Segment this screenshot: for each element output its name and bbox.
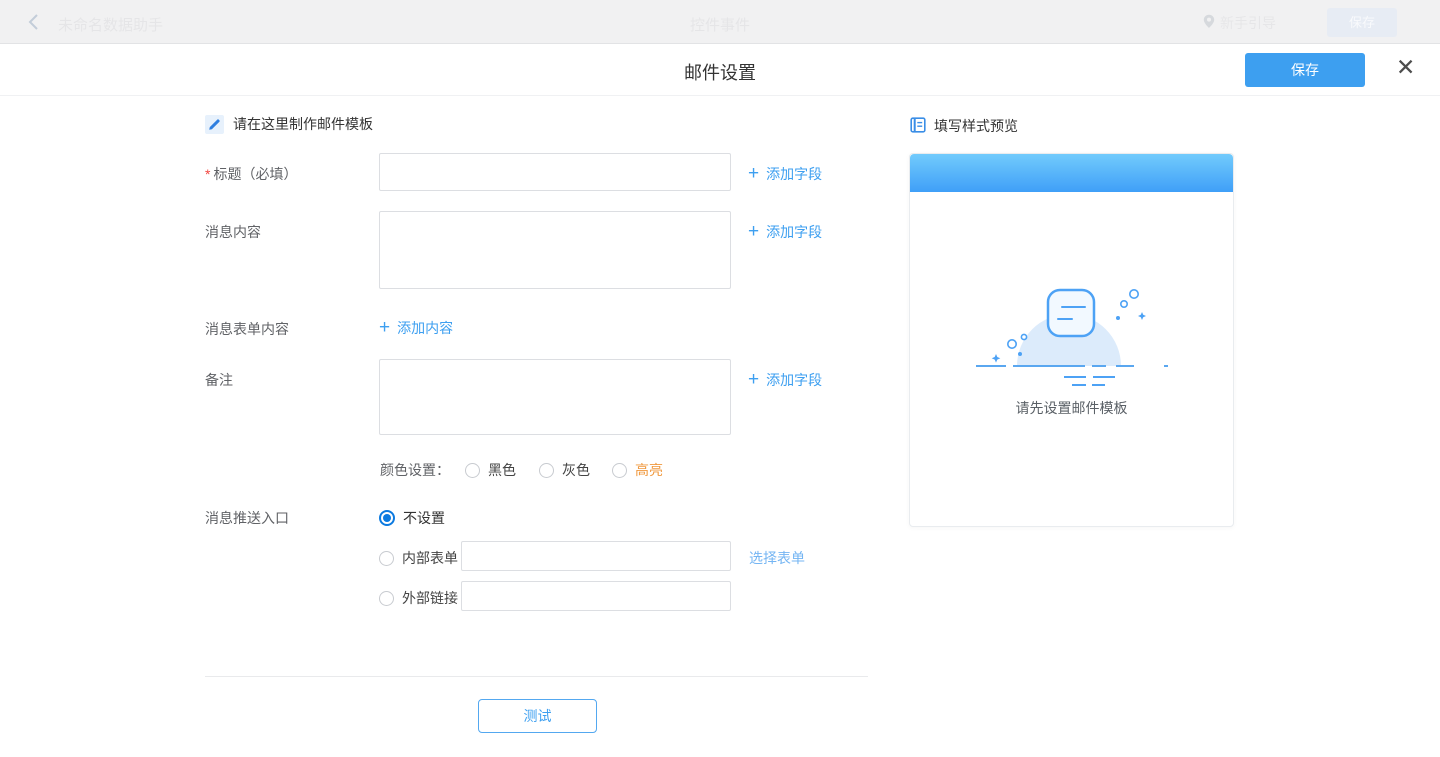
app-title: 未命名数据助手: [58, 14, 163, 35]
location-pin-icon: [1203, 14, 1215, 32]
nav-item-widget-events[interactable]: 控件事件: [690, 14, 750, 35]
back-icon[interactable]: [28, 13, 39, 34]
dialog-save-button[interactable]: 保存: [1245, 53, 1365, 87]
required-asterisk: *: [205, 166, 210, 182]
preview-empty-text: 请先设置邮件模板: [910, 398, 1233, 418]
color-option-black[interactable]: 黑色: [465, 460, 516, 480]
empty-state-illustration: [972, 274, 1172, 399]
external-link-input[interactable]: [461, 581, 731, 611]
preview-card-header: [910, 154, 1233, 192]
document-icon: [910, 117, 926, 136]
test-button[interactable]: 测试: [478, 699, 597, 733]
form-content-field-label: 消息表单内容: [205, 319, 289, 339]
radio-unselected-icon: [539, 463, 554, 478]
title-input[interactable]: [379, 153, 731, 191]
content-field-label: 消息内容: [205, 222, 261, 242]
remark-textarea[interactable]: [379, 359, 731, 435]
email-settings-screen: 未命名数据助手 控件事件 新手引导 保存 邮件设置 保存 ✕ 请在这里制作邮件模…: [0, 0, 1440, 757]
add-field-title-link[interactable]: + 添加字段: [748, 164, 822, 184]
plus-icon: +: [379, 321, 390, 335]
radio-unselected-icon: [465, 463, 480, 478]
close-icon[interactable]: ✕: [1396, 56, 1415, 79]
color-setting-label: 颜色设置：: [380, 460, 450, 480]
form-bottom-divider: [205, 676, 868, 677]
add-field-content-link[interactable]: + 添加字段: [748, 222, 822, 242]
preview-card: 请先设置邮件模板: [909, 153, 1234, 527]
content-textarea[interactable]: [379, 211, 731, 289]
beginner-guide-label: 新手引导: [1220, 13, 1276, 33]
radio-unselected-icon: [379, 551, 394, 566]
plus-icon: +: [748, 373, 759, 387]
preview-heading-text: 填写样式预览: [934, 116, 1018, 136]
select-form-link[interactable]: 选择表单: [749, 548, 805, 568]
push-option-internal-form[interactable]: 内部表单: [379, 548, 458, 568]
push-option-none[interactable]: 不设置: [379, 508, 445, 528]
color-option-gray[interactable]: 灰色: [539, 460, 590, 480]
plus-icon: +: [748, 167, 759, 181]
plus-icon: +: [748, 225, 759, 239]
add-content-link[interactable]: + 添加内容: [379, 318, 453, 338]
pencil-icon: [205, 115, 224, 134]
app-top-bar: 未命名数据助手 控件事件 新手引导 保存: [0, 0, 1440, 44]
app-save-button[interactable]: 保存: [1327, 8, 1397, 37]
dialog-title: 邮件设置: [684, 59, 756, 85]
radio-selected-icon: [379, 510, 395, 526]
internal-form-input[interactable]: [461, 541, 731, 571]
radio-unselected-icon: [379, 591, 394, 606]
beginner-guide-button[interactable]: 新手引导: [1203, 13, 1276, 33]
add-field-remark-link[interactable]: + 添加字段: [748, 370, 822, 390]
push-option-external-link[interactable]: 外部链接: [379, 588, 458, 608]
color-option-highlight[interactable]: 高亮: [612, 460, 663, 480]
radio-unselected-icon: [612, 463, 627, 478]
dialog-header-divider: [0, 95, 1440, 96]
preview-heading: 填写样式预览: [910, 116, 1018, 136]
notice-text: 请在这里制作邮件模板: [233, 114, 373, 134]
title-field-label: *标题（必填）: [205, 164, 297, 184]
remark-field-label: 备注: [205, 370, 233, 390]
template-notice: 请在这里制作邮件模板: [205, 114, 373, 134]
push-entry-label: 消息推送入口: [205, 508, 289, 528]
